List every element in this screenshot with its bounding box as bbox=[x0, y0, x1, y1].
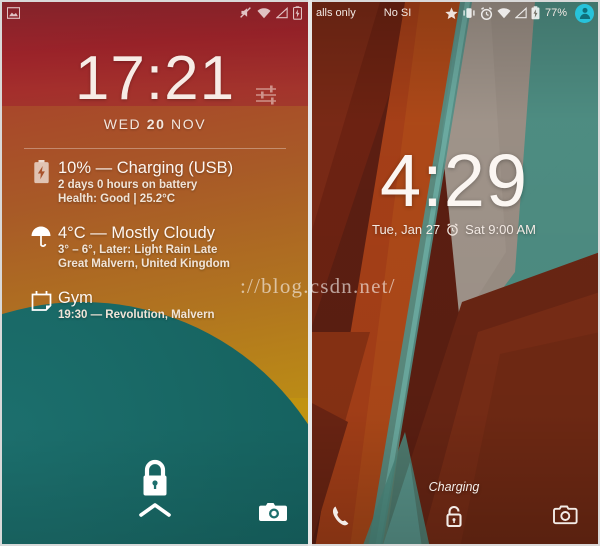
cell-signal-icon bbox=[276, 6, 288, 19]
wifi-icon bbox=[257, 7, 271, 19]
camera-icon[interactable] bbox=[258, 500, 288, 529]
left-status-right-icons bbox=[239, 5, 302, 20]
alarm-icon bbox=[446, 223, 459, 236]
right-clock-widget[interactable]: 4:29 Tue, Jan 27 Sat 9:00 AM bbox=[310, 139, 598, 238]
notification-line1: 3° – 6°, Later: Light Rain Late bbox=[58, 244, 218, 256]
left-status-left-icons bbox=[7, 6, 20, 19]
star-priority-icon bbox=[445, 7, 458, 20]
notification-title: Gym bbox=[58, 289, 93, 307]
right-status-icons: 77% bbox=[445, 3, 594, 23]
right-bottom-bar bbox=[310, 500, 598, 538]
left-status-bar bbox=[2, 2, 308, 23]
notification-battery-body: 10% — Charging (USB) 2 days 0 hours on b… bbox=[58, 158, 292, 206]
sliders-icon[interactable] bbox=[254, 82, 280, 113]
notification-title: 4°C — Mostly Cloudy bbox=[58, 224, 215, 242]
right-lockscreen-phone: alls only No SI 77% 4:29 Tue, Jan 27 Sat… bbox=[310, 0, 600, 546]
wifi-icon bbox=[497, 7, 511, 19]
right-clock-time: 4:29 bbox=[379, 139, 529, 222]
left-bottom-bar bbox=[2, 496, 308, 536]
screenshot-root: 17:21 WED 20 NOV 10% — Charging (USB) 2 … bbox=[0, 0, 600, 546]
sim-label: No SI bbox=[383, 7, 412, 19]
lock-open-icon[interactable] bbox=[443, 504, 465, 535]
battery-percent-label: 77% bbox=[544, 7, 567, 19]
user-avatar-icon[interactable] bbox=[575, 3, 594, 23]
alarm-time-label: Sat 9:00 AM bbox=[465, 222, 536, 237]
notification-line2: Great Malvern, United Kingdom bbox=[58, 258, 230, 270]
calendar-icon bbox=[24, 288, 58, 313]
right-clock-subline: Tue, Jan 27 Sat 9:00 AM bbox=[310, 222, 598, 237]
cell-signal-icon bbox=[514, 7, 527, 19]
notification-weather-body: 4°C — Mostly Cloudy 3° – 6°, Later: Ligh… bbox=[58, 223, 292, 271]
vibrate-icon bbox=[462, 7, 476, 19]
left-clock-day: 20 bbox=[146, 116, 166, 132]
left-clock-month: NOV bbox=[171, 116, 207, 132]
image-icon bbox=[7, 6, 20, 19]
charging-status-label: Charging bbox=[428, 480, 480, 494]
notification-battery[interactable]: 10% — Charging (USB) 2 days 0 hours on b… bbox=[24, 158, 292, 206]
phone-icon[interactable] bbox=[330, 504, 352, 533]
notification-divider bbox=[24, 148, 286, 149]
notification-weather[interactable]: 4°C — Mostly Cloudy 3° – 6°, Later: Ligh… bbox=[24, 223, 292, 271]
notification-title: 10% — Charging (USB) bbox=[58, 159, 234, 177]
battery-charging-icon bbox=[531, 6, 540, 20]
battery-charging-icon bbox=[24, 158, 58, 184]
battery-charging-icon bbox=[293, 5, 302, 20]
notification-calendar-body: Gym 19:30 — Revolution, Malvern bbox=[58, 288, 292, 322]
umbrella-weather-icon bbox=[24, 223, 58, 249]
right-status-bar: alls only No SI 77% bbox=[310, 2, 598, 24]
notification-line1: 2 days 0 hours on battery bbox=[58, 179, 198, 191]
chevron-up-icon[interactable] bbox=[138, 500, 172, 525]
notification-line1: 19:30 — Revolution, Malvern bbox=[58, 309, 215, 321]
carrier-label: alls only bbox=[316, 7, 356, 19]
left-clock-weekday: WED bbox=[103, 116, 142, 132]
panel-divider bbox=[308, 0, 312, 546]
left-clock-date: WED 20 NOV bbox=[2, 116, 308, 132]
silent-mute-icon bbox=[239, 6, 252, 19]
left-notification-list: 10% — Charging (USB) 2 days 0 hours on b… bbox=[24, 158, 292, 339]
right-clock-date: Tue, Jan 27 bbox=[371, 222, 441, 237]
notification-line2: Health: Good | 25.2°C bbox=[58, 193, 176, 205]
alarm-icon bbox=[480, 6, 493, 20]
camera-icon[interactable] bbox=[553, 504, 578, 531]
left-lockscreen-phone: 17:21 WED 20 NOV 10% — Charging (USB) 2 … bbox=[0, 0, 310, 546]
notification-calendar[interactable]: Gym 19:30 — Revolution, Malvern bbox=[24, 288, 292, 322]
right-wallpaper bbox=[310, 2, 598, 544]
